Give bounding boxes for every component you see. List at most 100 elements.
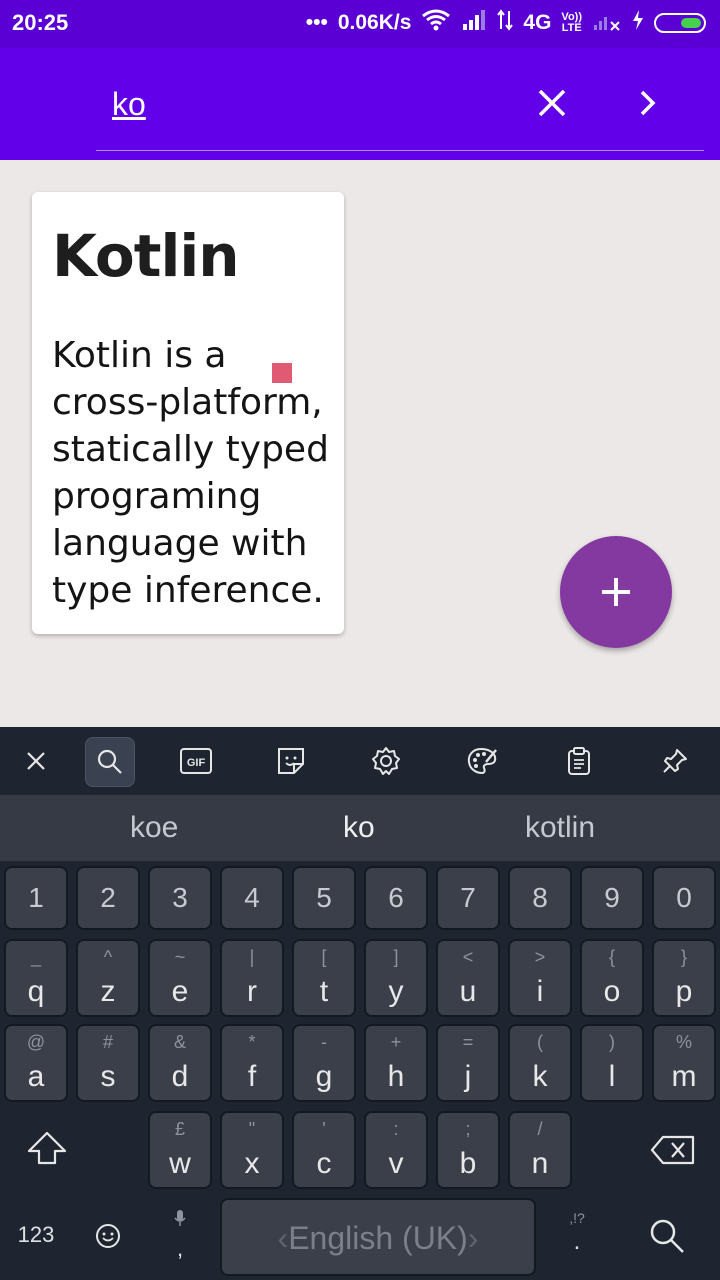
number-key[interactable]: 3 [148,866,212,930]
charging-icon [632,10,644,36]
key-label: k [532,1060,548,1093]
letter-key[interactable]: [t [292,939,356,1017]
key-alt-label: > [534,947,546,967]
letter-key[interactable]: _ q [4,939,68,1017]
letter-key[interactable]: @ a [4,1024,68,1102]
number-key[interactable]: 5 [292,866,356,930]
theme-button[interactable] [458,737,506,785]
sticker-button[interactable] [267,737,315,785]
letter-key[interactable]: ' c [292,1111,356,1189]
suggestion-item[interactable]: koe [130,811,178,845]
key-label: y [388,975,404,1008]
number-key[interactable]: 1 [4,866,68,930]
key-alt-label: - [321,1032,327,1052]
gif-button[interactable]: GIF [172,737,220,785]
key-alt-label: £ [174,1119,185,1139]
letter-key[interactable]: } p [652,939,716,1017]
note-card[interactable]: Kotlin Kotlin is a cross-platform, stati… [32,192,344,634]
next-result-button[interactable] [623,78,673,128]
keyboard-search-button[interactable] [85,737,135,787]
letter-key[interactable]: < u [436,939,500,1017]
numbers-key[interactable]: 123 [8,1222,64,1248]
letter-key[interactable]: > i [508,939,572,1017]
key-alt-label: + [390,1032,402,1052]
search-input[interactable]: ko [112,86,146,123]
space-language-label: English (UK) [288,1220,468,1256]
key-alt-label: ' [322,1119,326,1139]
close-icon [538,89,566,117]
letter-key[interactable]: ] y [364,939,428,1017]
key-label: q [27,975,45,1008]
number-key[interactable]: 2 [76,866,140,930]
battery-icon [654,13,706,33]
volte-icon: Vo)) LTE [561,12,582,34]
key-label: a [27,1060,45,1093]
data-arrows-icon [497,9,514,37]
key-label: 4 [244,882,260,913]
key-alt-label: } [680,947,687,967]
chevron-right-icon [640,90,656,116]
space-key[interactable]: ‹English (UK)› [220,1198,536,1276]
letter-key[interactable]: ) l [580,1024,644,1102]
clear-search-button[interactable] [527,78,577,128]
status-dots: ••• [305,11,328,34]
letter-key[interactable]: :v [364,1111,428,1189]
letter-key[interactable]: * f [220,1024,284,1102]
key-label: b [459,1147,477,1180]
shift-key[interactable] [22,1130,72,1170]
letter-key[interactable]: % m [652,1024,716,1102]
search-icon [97,749,122,774]
key-label: m [671,1060,697,1093]
key-alt-label: ~ [174,947,186,967]
number-key[interactable]: 6 [364,866,428,930]
pin-icon [663,749,687,773]
number-key[interactable]: 7 [436,866,500,930]
letter-key[interactable]: ^ z [76,939,140,1017]
clipboard-button[interactable] [555,737,603,785]
number-key[interactable]: 8 [508,866,572,930]
punctuation-key[interactable]: ,!? . [560,1210,594,1260]
letter-key[interactable]: (k [508,1024,572,1102]
letter-key[interactable]: ~ e [148,939,212,1017]
note-title: Kotlin [52,222,240,290]
letter-key[interactable]: | r [220,939,284,1017]
comma-label: , [176,1236,184,1261]
key-label: h [387,1060,405,1093]
number-key[interactable]: 0 [652,866,716,930]
key-alt-label: / [537,1119,543,1139]
number-key[interactable]: 9 [580,866,644,930]
letter-key[interactable]: = j [436,1024,500,1102]
suggestion-item[interactable]: kotlin [525,811,595,845]
keyboard-settings-button[interactable] [362,737,410,785]
highlight-marker [272,363,292,383]
key-alt-label: ] [393,947,399,967]
space-label-row: ‹English (UK)› [277,1220,479,1256]
comma-key[interactable]: , [168,1209,192,1261]
letter-key[interactable]: + h [364,1024,428,1102]
key-alt-label: % [675,1032,692,1052]
number-key[interactable]: 4 [220,866,284,930]
pin-button[interactable] [651,737,699,785]
letter-key[interactable]: & d [148,1024,212,1102]
suggestion-item[interactable]: ko [343,811,375,845]
keyboard-toolbar: GIF [0,727,720,795]
letter-key[interactable]: -g [292,1024,356,1102]
key-label: c [316,1147,332,1180]
network-speed: 0.06K/s [337,11,412,34]
keyboard-close-button[interactable] [12,737,60,785]
letter-key[interactable]: ; b [436,1111,500,1189]
letter-key[interactable]: / n [508,1111,572,1189]
suggestion-bar: koe ko kotlin [0,795,720,861]
sticker-icon [278,748,304,774]
keyboard-enter-search-key[interactable] [645,1217,689,1261]
letter-key[interactable]: # s [76,1024,140,1102]
status-time: 20:25 [12,10,69,35]
letter-key[interactable]: {o [580,939,644,1017]
backspace-key[interactable] [648,1135,698,1169]
add-note-button[interactable] [560,536,672,648]
letter-key[interactable]: £ w [148,1111,212,1189]
letter-key[interactable]: " x [220,1111,284,1189]
emoji-key[interactable] [94,1223,122,1251]
key-label: v [388,1147,404,1180]
status-bar: 20:25 ••• 0.06K/s 4G Vo)) LTE [0,0,720,48]
